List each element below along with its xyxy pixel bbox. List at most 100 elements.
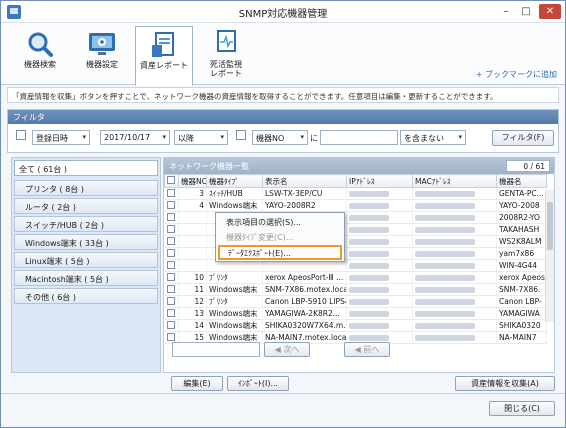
tab-device-settings[interactable]: 機器設定: [73, 26, 131, 82]
date-value-picker[interactable]: 2017/10/17 ▾: [100, 130, 170, 145]
cell-ip-address: [346, 259, 413, 272]
prev-page-button[interactable]: ◀ 前へ: [344, 342, 390, 357]
category-item[interactable]: Macintosh端末 ( 5台 ): [14, 270, 158, 286]
tab-asset-report[interactable]: 資産レポート: [135, 26, 193, 86]
date-operator-select[interactable]: 以降 ▾: [174, 130, 228, 145]
cell-host-name: Canon LBP-: [496, 295, 547, 308]
row-checkbox[interactable]: [164, 187, 179, 200]
filter-button[interactable]: フィルタ(F): [492, 130, 554, 146]
table-row[interactable]: 10 ﾌﾟﾘﾝﾀ xerox ApeosPort-Ⅲ ... xerox Apeos: [164, 271, 547, 284]
category-item[interactable]: スイッチ/HUB ( 2台 ): [14, 216, 158, 232]
cell-ip-address: [346, 223, 413, 236]
column-header[interactable]: 機器ﾀｲﾌﾟ: [206, 174, 263, 188]
column-header[interactable]: MACｱﾄﾞﾚｽ: [412, 174, 497, 188]
add-bookmark-link[interactable]: + ブックマークに追加: [476, 69, 557, 80]
cell-mac-address: [412, 307, 497, 320]
row-checkbox[interactable]: [164, 223, 179, 236]
toolbar: 機器検索 機器設定 資産レポート 死活監視 レポート + ブックマークに追加: [1, 23, 565, 86]
collect-assets-button[interactable]: 資産情報を収集(A): [455, 376, 555, 391]
cell-display-name: LSW-TX-3EP/CU: [262, 187, 347, 200]
row-checkbox[interactable]: [164, 247, 179, 260]
table-row[interactable]: 14 Windows端末 SHIKA0320W7X64.m... SHIKA0320: [164, 319, 547, 332]
row-checkbox[interactable]: [164, 271, 179, 284]
close-window-button[interactable]: ✕: [539, 4, 561, 19]
footer-divider: [1, 393, 565, 394]
cell-ip-address: [346, 187, 413, 200]
row-checkbox[interactable]: [164, 295, 179, 308]
table-row[interactable]: 4 Windows端末 YAYO-2008R2 YAYO-2008: [164, 199, 547, 212]
table-row[interactable]: 3 ｽｲｯﾁ/HUB LSW-TX-3EP/CU GENTA-PC...: [164, 187, 547, 200]
table-row[interactable]: 12 ﾌﾟﾘﾝﾀ Canon LBP-5910 LIPS4 Canon LBP-: [164, 295, 547, 308]
cell-display-name: xerox ApeosPort-Ⅲ ...: [262, 271, 347, 284]
row-checkbox[interactable]: [164, 319, 179, 332]
cell-device-no: [178, 211, 207, 224]
tab-device-search[interactable]: 機器検索: [11, 26, 69, 82]
row-checkbox[interactable]: [164, 199, 179, 212]
filter-value-input[interactable]: [320, 130, 398, 145]
maximize-button[interactable]: □: [517, 4, 535, 19]
table-row[interactable]: 13 Windows端末 YAMAGIWA-2K8R2... YAMAGIWA: [164, 307, 547, 320]
column-header[interactable]: IPｱﾄﾞﾚｽ: [346, 174, 413, 188]
match-operator-select[interactable]: を含まない ▾: [400, 130, 466, 145]
category-item[interactable]: その他 ( 6台 ): [14, 288, 158, 304]
column-header[interactable]: 表示名: [262, 174, 347, 188]
menu-item-select-columns[interactable]: 表示項目の選択(S)...: [218, 215, 342, 230]
chevron-down-icon: ▾: [300, 133, 304, 141]
cell-host-name: YAMAGIWA: [496, 307, 547, 320]
tab-label: 機器設定: [86, 60, 118, 69]
list-heading: ネットワーク機器一覧 0 / 61: [164, 158, 554, 174]
category-item[interactable]: プリンタ ( 8台 ): [14, 180, 158, 196]
scroll-thumb[interactable]: [547, 202, 553, 250]
cell-ip-address: [346, 247, 413, 260]
filter-heading: フィルタ: [8, 110, 558, 124]
field-select[interactable]: 機器NO ▾: [252, 130, 308, 145]
select-all-checkbox[interactable]: [164, 174, 179, 188]
cell-ip-address: [346, 271, 413, 284]
cell-display-name: SHIKA0320W7X64.m...: [262, 319, 347, 332]
date-field-select[interactable]: 登録日時 ▾: [32, 130, 90, 145]
category-all[interactable]: 全て ( 61台 ): [14, 160, 158, 176]
cell-device-type: ﾌﾟﾘﾝﾀ: [206, 295, 263, 308]
tab-label: 機器検索: [24, 60, 56, 69]
cell-display-name: YAYO-2008R2: [262, 199, 347, 212]
row-checkbox[interactable]: [164, 235, 179, 248]
cell-mac-address: [412, 271, 497, 284]
import-button[interactable]: ｲﾝﾎﾟｰﾄ(I)...: [227, 376, 289, 391]
monitor-settings-icon: [87, 30, 117, 58]
menu-item-change-type[interactable]: 機器ﾀｲﾌﾟ変更(C)...: [218, 230, 342, 245]
field-filter-checkbox[interactable]: [236, 130, 246, 146]
edit-button[interactable]: 編集(E): [171, 376, 223, 391]
tab-health-monitor-report[interactable]: 死活監視 レポート: [197, 26, 255, 82]
table-row[interactable]: 11 Windows端末 SNM-7X86.motex.local SNM-7X86.: [164, 283, 547, 296]
list-count: 0 / 61: [506, 160, 550, 172]
cell-mac-address: [412, 331, 497, 344]
row-checkbox[interactable]: [164, 283, 179, 296]
row-checkbox[interactable]: [164, 211, 179, 224]
row-checkbox[interactable]: [164, 259, 179, 272]
column-header[interactable]: 機器名: [496, 174, 547, 188]
cell-host-name: yam7x86: [496, 247, 547, 260]
cell-host-name: WIN-4G44: [496, 259, 547, 272]
minimize-button[interactable]: –: [497, 4, 515, 19]
cell-ip-address: [346, 199, 413, 212]
vertical-scrollbar[interactable]: [545, 190, 554, 322]
category-item[interactable]: Windows端末 ( 33台 ): [14, 234, 158, 250]
category-item[interactable]: ルータ ( 2台 ): [14, 198, 158, 214]
row-checkbox[interactable]: [164, 307, 179, 320]
page-input[interactable]: [172, 342, 260, 357]
date-filter-checkbox[interactable]: [16, 130, 26, 146]
cell-ip-address: [346, 319, 413, 332]
next-page-button[interactable]: ◀ 次へ: [264, 342, 310, 357]
cell-device-type: Windows端末: [206, 307, 263, 320]
cell-display-name: YAMAGIWA-2K8R2...: [262, 307, 347, 320]
close-button[interactable]: 閉じる(C): [489, 401, 555, 416]
cell-device-no: 13: [178, 307, 207, 320]
cell-device-type: Windows端末: [206, 283, 263, 296]
cell-mac-address: [412, 295, 497, 308]
column-header[interactable]: 機器NO: [178, 174, 207, 188]
cell-host-name: NA-MAIN7: [496, 331, 547, 344]
cell-ip-address: [346, 211, 413, 224]
cell-mac-address: [412, 247, 497, 260]
category-item[interactable]: Linux端末 ( 5台 ): [14, 252, 158, 268]
menu-item-data-export[interactable]: ﾃﾞｰﾀｴｸｽﾎﾟｰﾄ(E)...: [218, 245, 342, 260]
